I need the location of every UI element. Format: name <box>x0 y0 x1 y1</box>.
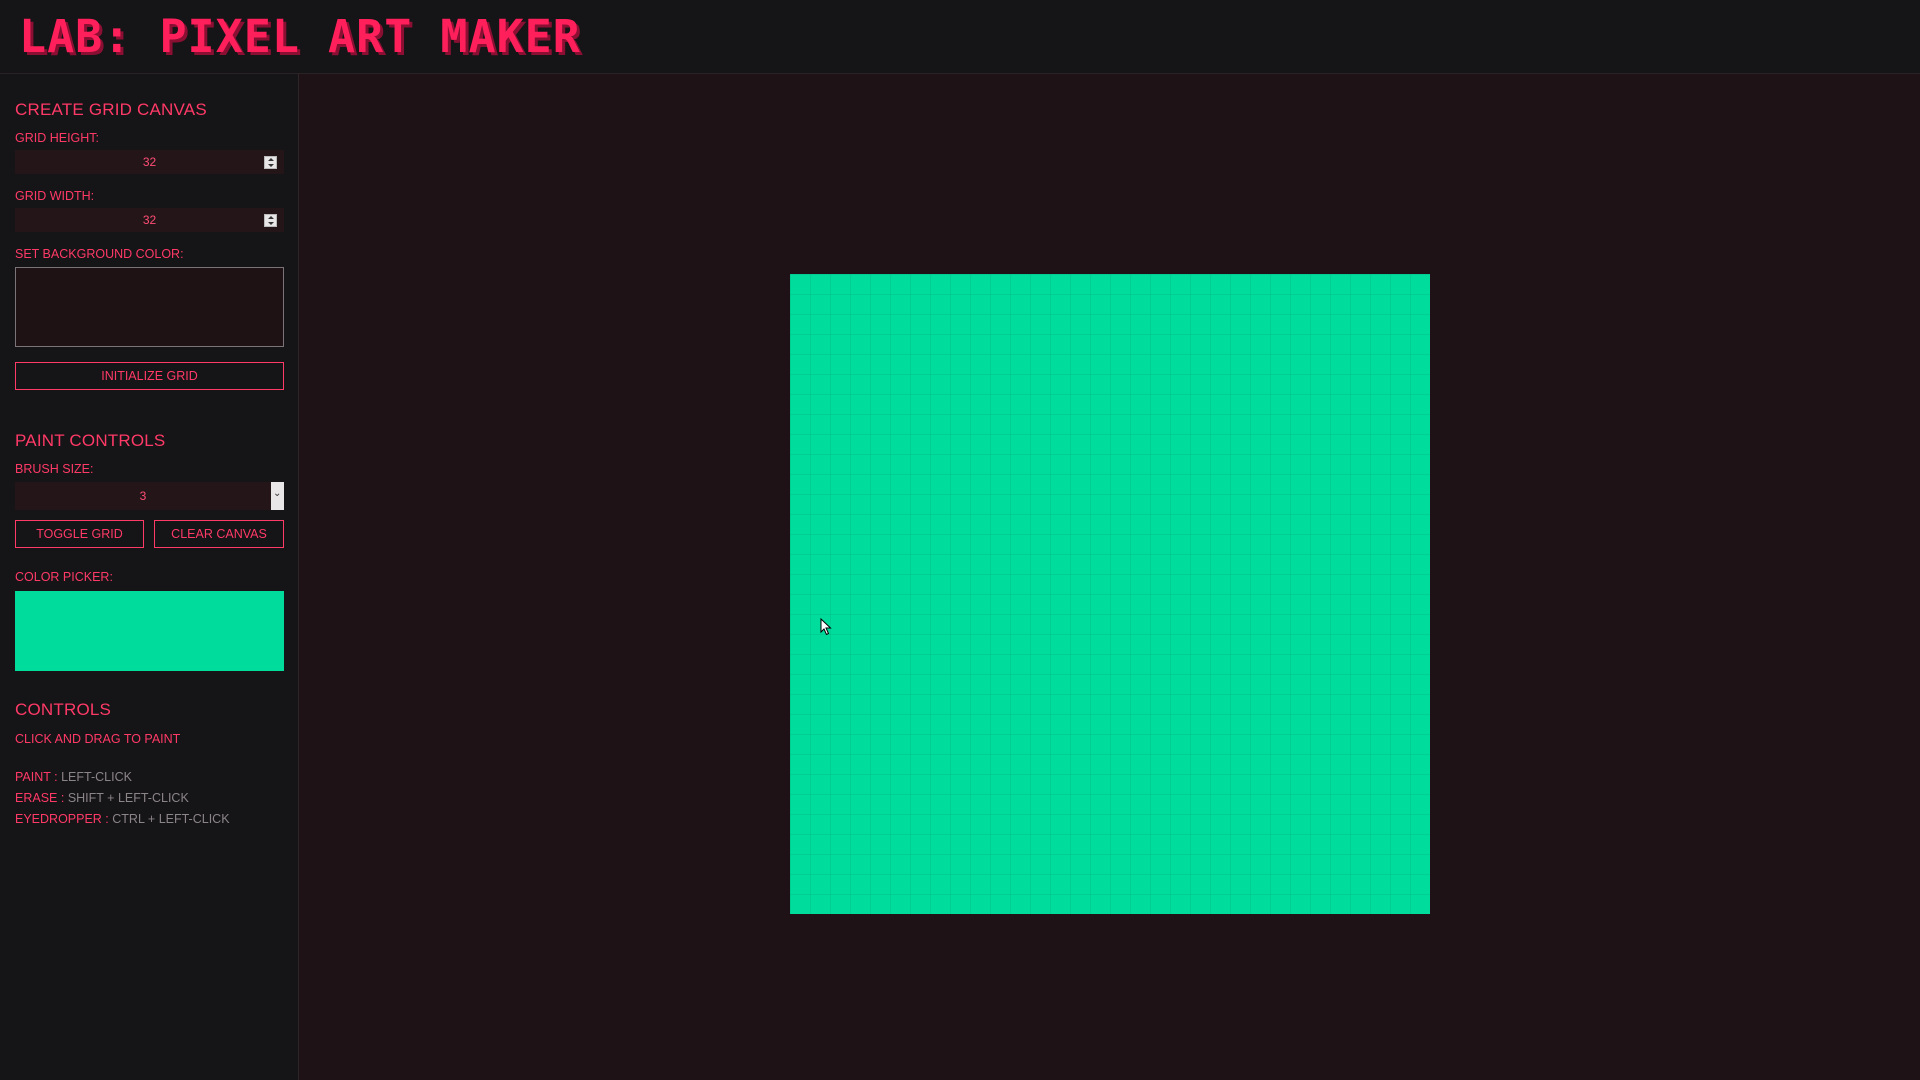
arrow-cursor-icon <box>820 618 832 636</box>
controls-item-value: LEFT-CLICK <box>61 770 132 784</box>
grid-height-input[interactable]: 32 <box>15 150 284 174</box>
grid-width-input[interactable]: 32 <box>15 208 284 232</box>
controls-item-key: EYEDROPPER : <box>15 812 109 826</box>
sidebar: CREATE GRID CANVAS GRID HEIGHT: 32 GRID … <box>0 74 299 1080</box>
controls-item-value: SHIFT + LEFT-CLICK <box>67 791 189 805</box>
controls-item-key: ERASE : <box>15 791 65 805</box>
controls-item-paint: PAINT : LEFT-CLICK <box>15 770 132 784</box>
initialize-grid-button[interactable]: INITIALIZE GRID <box>15 362 284 390</box>
app-title: LAB: PIXEL ART MAKER <box>19 10 581 63</box>
controls-item-erase: ERASE : SHIFT + LEFT-CLICK <box>15 791 189 805</box>
app-header: LAB: PIXEL ART MAKER <box>0 0 1920 74</box>
controls-item-key: PAINT : <box>15 770 58 784</box>
chevron-down-icon: ⌄ <box>273 488 282 499</box>
controls-hint: CLICK AND DRAG TO PAINT <box>15 732 181 746</box>
toggle-grid-button[interactable]: TOGGLE GRID <box>15 520 144 548</box>
pixel-canvas[interactable] <box>790 274 1430 914</box>
controls-title: CONTROLS <box>15 700 112 719</box>
brush-size-value: 3 <box>139 489 147 503</box>
background-color-input[interactable] <box>15 267 284 347</box>
color-picker-label: COLOR PICKER: <box>15 570 113 584</box>
grid-height-label: GRID HEIGHT: <box>15 131 100 145</box>
brush-size-select[interactable]: 3 <box>15 482 271 510</box>
grid-height-spinner-icon[interactable] <box>264 156 277 169</box>
paint-controls-title: PAINT CONTROLS <box>15 431 166 450</box>
create-grid-title: CREATE GRID CANVAS <box>15 100 207 119</box>
canvas-area <box>300 74 1920 1080</box>
clear-canvas-button[interactable]: CLEAR CANVAS <box>154 520 284 548</box>
grid-width-value: 32 <box>142 213 157 227</box>
brush-size-dropdown[interactable]: ⌄ <box>271 482 284 510</box>
bg-color-label: SET BACKGROUND COLOR: <box>15 247 184 261</box>
color-picker-swatch[interactable] <box>15 591 284 671</box>
controls-item-eyedropper: EYEDROPPER : CTRL + LEFT-CLICK <box>15 812 230 826</box>
grid-width-spinner-icon[interactable] <box>264 214 277 227</box>
brush-size-label: BRUSH SIZE: <box>15 462 94 476</box>
controls-item-value: CTRL + LEFT-CLICK <box>112 812 230 826</box>
grid-width-label: GRID WIDTH: <box>15 189 95 203</box>
grid-height-value: 32 <box>142 155 157 169</box>
